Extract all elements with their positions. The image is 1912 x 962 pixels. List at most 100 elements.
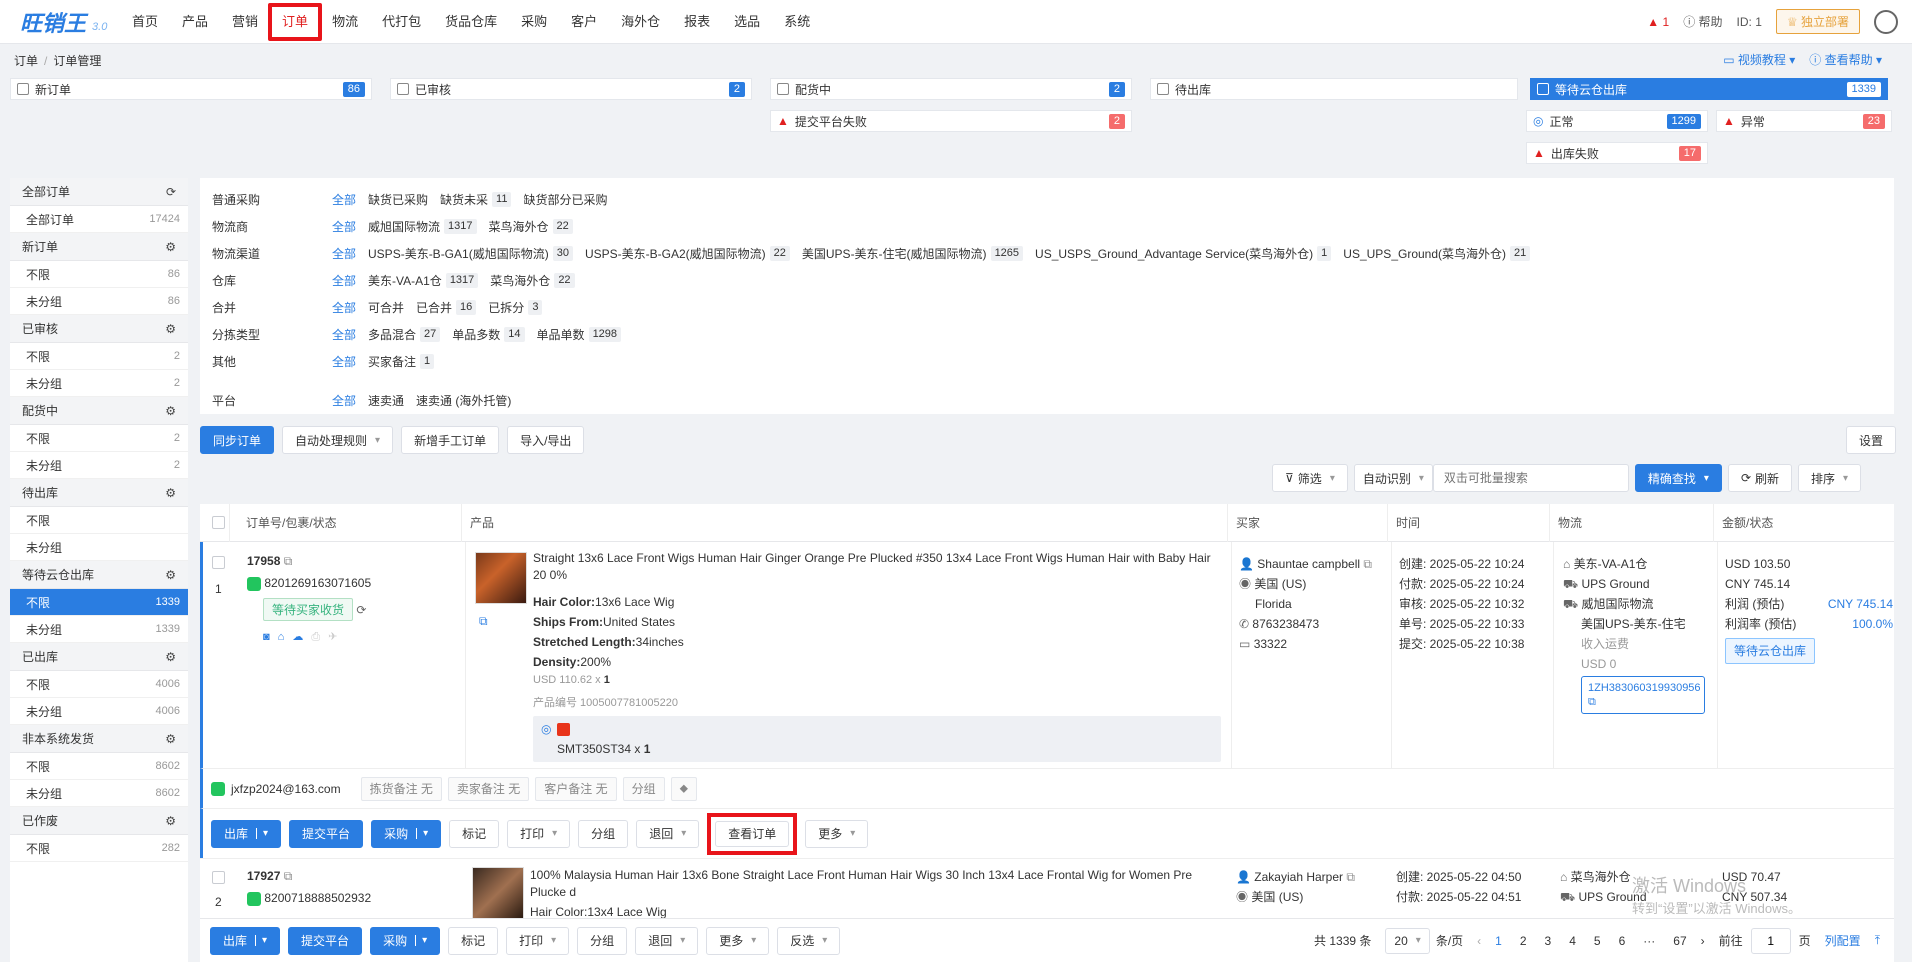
step-awaiting-shipment[interactable]: 待出库: [1150, 78, 1518, 100]
filter-all-option[interactable]: 全部: [332, 218, 356, 235]
bulk-print-button[interactable]: 打印 ▾: [506, 926, 570, 955]
filter-option[interactable]: 已拆分 3: [488, 299, 543, 316]
sidebar-group[interactable]: 已作废 ⚙: [10, 807, 188, 835]
amount-status-badge[interactable]: 等待云仓出库: [1725, 638, 1816, 664]
customer-note[interactable]: 客户备注 无: [535, 776, 617, 801]
app-logo[interactable]: 旺销王 3.0: [0, 0, 120, 44]
substep-normal[interactable]: ◎ 正常 1299: [1526, 110, 1708, 132]
nav-item-11[interactable]: 选品: [722, 0, 772, 44]
ship-out-button[interactable]: 出库 ▾: [211, 819, 282, 848]
next-page-icon[interactable]: ›: [1701, 934, 1705, 948]
nav-item-6[interactable]: 货品仓库: [433, 0, 509, 44]
product-title[interactable]: 100% Malaysia Human Hair 13x6 Bone Strai…: [530, 867, 1220, 901]
nav-item-0[interactable]: 首页: [120, 0, 170, 44]
sidebar-item[interactable]: 未分组: [10, 534, 188, 561]
filter-option[interactable]: 菜鸟海外仓 22: [489, 218, 573, 235]
home-icon[interactable]: ⌂: [278, 631, 293, 643]
product-image[interactable]: [475, 552, 527, 604]
sync-icon[interactable]: ⟳: [356, 603, 366, 617]
page-size-select[interactable]: 20 ▾: [1385, 927, 1430, 954]
page-number[interactable]: 2: [1520, 934, 1527, 948]
avatar[interactable]: [1874, 9, 1898, 34]
filter-button[interactable]: ⊽ 筛选 ▾: [1272, 464, 1348, 492]
sidebar-group[interactable]: 新订单 ⚙: [10, 233, 188, 261]
filter-all-option[interactable]: 全部: [332, 326, 356, 343]
gear-icon[interactable]: ⚙: [165, 650, 176, 664]
step-reviewed[interactable]: 已审核 2: [390, 78, 752, 100]
sidebar-item[interactable]: 未分组 8602: [10, 780, 188, 807]
sidebar-item[interactable]: 未分组 4006: [10, 698, 188, 725]
nav-item-1[interactable]: 产品: [170, 0, 220, 44]
sidebar-item[interactable]: 全部订单 17424: [10, 206, 188, 233]
filter-option[interactable]: 缺货已采购: [368, 191, 428, 208]
filter-option[interactable]: 缺货未采 11: [440, 191, 512, 208]
sidebar-item[interactable]: 不限 2: [10, 343, 188, 370]
copy-icon[interactable]: ⧉: [284, 869, 293, 883]
nav-item-3[interactable]: 订单: [268, 2, 323, 41]
gear-icon[interactable]: ⚙: [165, 240, 176, 254]
submit-platform-button[interactable]: 提交平台: [289, 819, 364, 848]
substep-abnormal[interactable]: ▲ 异常 23: [1716, 110, 1892, 132]
filter-all-option[interactable]: 全部: [332, 245, 356, 262]
nav-item-2[interactable]: 营销: [220, 0, 270, 44]
copy-icon[interactable]: ⧉: [1346, 870, 1355, 884]
bulk-ship-out-button[interactable]: 出库 ▾: [210, 926, 281, 955]
nav-item-7[interactable]: 采购: [509, 0, 559, 44]
page-number[interactable]: ···: [1643, 934, 1655, 948]
breadcrumb-orders[interactable]: 订单: [14, 54, 38, 68]
gear-icon[interactable]: ⚙: [165, 322, 176, 336]
seller-note[interactable]: 卖家备注 无: [447, 776, 530, 801]
video-tutorial-link[interactable]: ▭ 视频教程 ▾: [1723, 51, 1795, 68]
filter-option[interactable]: US_UPS_Ground(菜鸟海外仓) 21: [1343, 245, 1531, 262]
tag-icon[interactable]: ⬥: [670, 776, 698, 801]
alert-indicator[interactable]: ▲ 1: [1647, 15, 1669, 29]
external-link-icon[interactable]: ⧉: [1588, 696, 1596, 708]
filter-option[interactable]: US_USPS_Ground_Advantage Service(菜鸟海外仓) 1: [1035, 245, 1332, 262]
filter-option[interactable]: 美国UPS-美东-住宅(威旭国际物流) 1265: [802, 245, 1024, 262]
deploy-button[interactable]: ♕ 独立部署: [1775, 9, 1860, 34]
row-checkbox[interactable]: [212, 871, 225, 884]
search-input[interactable]: [1432, 464, 1629, 492]
filter-option[interactable]: USPS-美东-B-GA1(威旭国际物流) 30: [368, 245, 573, 262]
page-number[interactable]: 4: [1569, 934, 1576, 948]
sync-orders-button[interactable]: 同步订单: [200, 426, 275, 454]
page-number[interactable]: 67: [1673, 934, 1686, 948]
filter-option[interactable]: 美东-VA-A1仓 1317: [368, 272, 479, 289]
tracking-number[interactable]: 1ZH383060319930956 ⧉: [1581, 676, 1705, 714]
print-icon[interactable]: ⎙: [311, 631, 328, 643]
page-number[interactable]: 6: [1619, 934, 1626, 948]
filter-option[interactable]: 威旭国际物流 1317: [368, 218, 477, 235]
filter-all-option[interactable]: 全部: [332, 191, 356, 208]
bulk-purchase-button[interactable]: 采购 ▾: [370, 926, 441, 955]
print-button[interactable]: 打印 ▾: [507, 819, 571, 848]
sidebar-item[interactable]: 不限 4006: [10, 671, 188, 698]
sidebar-item[interactable]: 未分组 2: [10, 452, 188, 479]
filter-all-option[interactable]: 全部: [332, 272, 356, 289]
exact-search-button[interactable]: 精确查找 ▾: [1634, 464, 1722, 492]
sidebar-item[interactable]: 不限 1339: [10, 589, 188, 616]
filter-all-option[interactable]: 全部: [332, 353, 356, 370]
group-note[interactable]: 分组: [622, 776, 665, 801]
filter-option[interactable]: 多品混合 27: [368, 326, 441, 343]
nav-item-4[interactable]: 物流: [320, 0, 370, 44]
picking-note[interactable]: 拣货备注 无: [360, 776, 442, 801]
sidebar-item[interactable]: 未分组 86: [10, 288, 188, 315]
column-config-link[interactable]: 列配置: [1825, 932, 1861, 949]
external-link-icon[interactable]: ⧉: [479, 614, 488, 629]
page-number[interactable]: 5: [1594, 934, 1601, 948]
filter-option[interactable]: 可合并: [368, 299, 404, 316]
plane-icon[interactable]: ✈: [328, 631, 345, 643]
prev-page-icon[interactable]: ‹: [1477, 934, 1481, 948]
order-id[interactable]: 17927 ⧉: [247, 869, 292, 884]
filter-option[interactable]: 单品多数 14: [452, 326, 525, 343]
view-order-button[interactable]: 查看订单: [715, 820, 790, 847]
bulk-mark-button[interactable]: 标记: [448, 926, 499, 955]
bulk-return-button[interactable]: 退回 ▾: [635, 926, 699, 955]
sidebar-group[interactable]: 待出库 ⚙: [10, 479, 188, 507]
sidebar-item[interactable]: 不限 8602: [10, 753, 188, 780]
select-all-checkbox[interactable]: [212, 516, 225, 529]
mark-button[interactable]: 标记: [449, 819, 500, 848]
filter-all-option[interactable]: 全部: [332, 392, 356, 409]
sidebar-group[interactable]: 已出库 ⚙: [10, 643, 188, 671]
back-to-top-icon[interactable]: ⤒: [1875, 933, 1880, 948]
